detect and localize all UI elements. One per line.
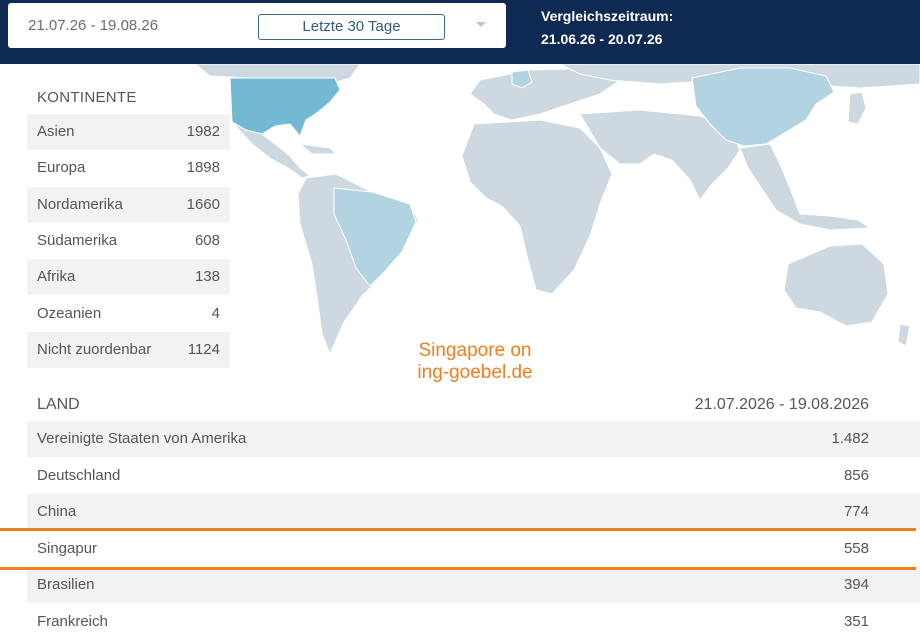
map-region-japan bbox=[847, 91, 867, 125]
country-row: Deutschland 856 bbox=[27, 458, 920, 494]
map-region-new-zealand bbox=[897, 323, 911, 347]
continent-name: Nordamerika bbox=[37, 196, 123, 213]
continent-row: Asien 1982 bbox=[27, 114, 230, 150]
continent-row: Europa 1898 bbox=[27, 150, 230, 186]
date-range-picker[interactable]: 21.07.26 - 19.08.26 Letzte 30 Tage bbox=[8, 3, 506, 48]
continent-value: 138 bbox=[194, 268, 220, 285]
country-value: 558 bbox=[843, 540, 869, 557]
continent-row: Ozeanien 4 bbox=[27, 296, 230, 332]
compare-period-range: 21.06.26 - 20.07.26 bbox=[541, 31, 663, 47]
continent-value: 608 bbox=[194, 232, 220, 249]
countries-header: LAND 21.07.2026 - 19.08.2026 bbox=[27, 392, 892, 420]
chevron-down-icon[interactable] bbox=[476, 22, 486, 27]
continent-name: Europa bbox=[37, 159, 86, 176]
continent-value: 1124 bbox=[187, 341, 220, 358]
country-name: China bbox=[37, 503, 77, 520]
continent-row: Nordamerika 1660 bbox=[27, 187, 230, 223]
country-name: Vereinigte Staaten von Amerika bbox=[37, 430, 247, 447]
continent-value: 1660 bbox=[186, 196, 220, 213]
continent-name: Südamerika bbox=[37, 232, 118, 249]
country-row: China 774 bbox=[27, 494, 920, 530]
map-region-caribbean bbox=[298, 143, 338, 155]
watermark-line-2: ing-goebel.de bbox=[417, 362, 533, 383]
continent-value: 1982 bbox=[186, 123, 220, 140]
date-range-header: 21.07.26 - 19.08.26 Letzte 30 Tage Vergl… bbox=[0, 0, 920, 64]
watermark-annotation: Singapore on ing-goebel.de bbox=[380, 340, 570, 384]
compare-period-label: Vergleichszeitraum: bbox=[541, 8, 674, 24]
date-range-value[interactable]: 21.07.26 - 19.08.26 bbox=[28, 17, 158, 34]
map-region-southeast-asia bbox=[739, 143, 872, 231]
highlight-line-bottom bbox=[0, 567, 916, 570]
country-name: Brasilien bbox=[37, 576, 95, 593]
continent-row: Südamerika 608 bbox=[27, 223, 230, 259]
map-region-australia bbox=[783, 243, 889, 327]
continent-value: 1898 bbox=[186, 159, 220, 176]
country-value: 351 bbox=[843, 613, 869, 630]
country-value: 394 bbox=[843, 576, 869, 593]
continent-name: Nicht zuordenbar bbox=[37, 341, 152, 358]
continent-value: 4 bbox=[211, 305, 220, 322]
preset-select[interactable]: Letzte 30 Tage bbox=[258, 14, 445, 40]
continent-row: Afrika 138 bbox=[27, 259, 230, 295]
watermark-line-1: Singapore on bbox=[418, 340, 532, 361]
continent-name: Ozeanien bbox=[37, 305, 102, 322]
highlight-line-top bbox=[0, 528, 916, 531]
country-row-highlighted: Singapur 558 bbox=[27, 531, 920, 567]
countries-header-period: 21.07.2026 - 19.08.2026 bbox=[694, 396, 869, 413]
country-name: Singapur bbox=[37, 540, 98, 557]
country-name: Frankreich bbox=[37, 613, 108, 630]
continent-name: Asien bbox=[37, 123, 75, 140]
country-value: 774 bbox=[843, 503, 869, 520]
map-region-usa bbox=[229, 77, 341, 137]
country-value: 1.482 bbox=[831, 430, 869, 447]
continent-name: Afrika bbox=[37, 268, 76, 285]
country-row: Brasilien 394 bbox=[27, 567, 920, 603]
country-row: Vereinigte Staaten von Amerika 1.482 bbox=[27, 421, 920, 457]
country-row: Frankreich 351 bbox=[27, 604, 920, 640]
continents-header: KONTINENTE bbox=[37, 89, 137, 106]
countries-header-label: LAND bbox=[37, 396, 80, 413]
continent-row: Nicht zuordenbar 1124 bbox=[27, 332, 230, 368]
map-region-africa bbox=[461, 119, 613, 295]
country-value: 856 bbox=[843, 467, 869, 484]
country-name: Deutschland bbox=[37, 467, 121, 484]
